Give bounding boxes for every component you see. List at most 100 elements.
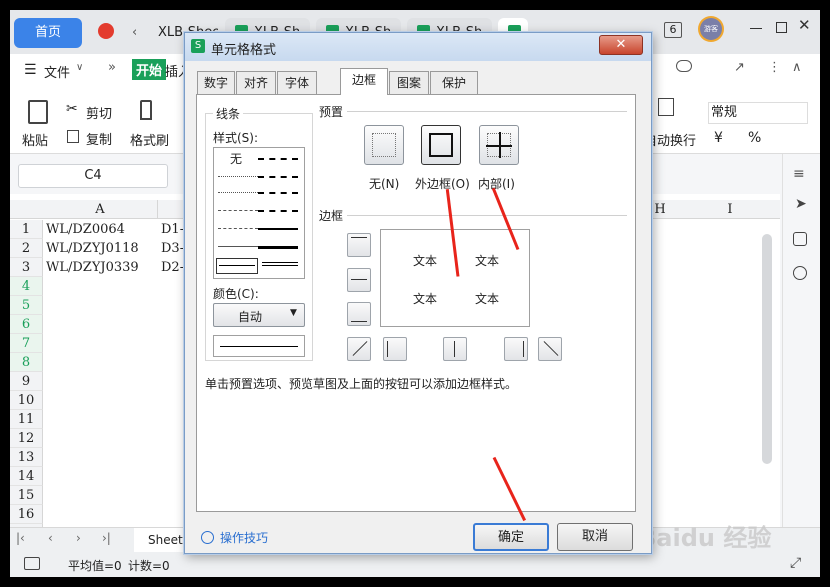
row-header[interactable]: 10 bbox=[10, 391, 43, 410]
format-painter-button[interactable]: 格式刷 bbox=[130, 130, 169, 149]
line-style-option[interactable] bbox=[218, 228, 258, 229]
line-style-option[interactable] bbox=[258, 158, 298, 160]
paste-button[interactable]: 粘贴 bbox=[22, 130, 48, 149]
line-style-selected[interactable] bbox=[216, 258, 258, 274]
border-middle-horizontal-button[interactable] bbox=[347, 268, 371, 292]
row-header[interactable]: 11 bbox=[10, 410, 43, 429]
border-middle-vertical-button[interactable] bbox=[443, 337, 467, 361]
tab-pattern[interactable]: 图案 bbox=[389, 71, 429, 94]
sidebar-toggle-icon[interactable]: ≡ bbox=[793, 166, 805, 182]
window-count-badge[interactable]: 6 bbox=[664, 22, 682, 38]
copy-button[interactable]: 复制 bbox=[86, 129, 112, 148]
row-header[interactable]: 8 bbox=[10, 353, 43, 372]
column-header-i[interactable]: I bbox=[710, 200, 750, 219]
preset-inside-button[interactable] bbox=[479, 125, 519, 165]
line-style-option[interactable] bbox=[218, 210, 258, 211]
cancel-button[interactable]: 取消 bbox=[557, 523, 633, 551]
select-cursor-icon[interactable]: ➤ bbox=[795, 196, 807, 212]
more-tabs-icon[interactable]: » bbox=[108, 60, 116, 75]
tab-home[interactable]: 首页 bbox=[14, 18, 82, 48]
row-header[interactable]: 7 bbox=[10, 334, 43, 353]
next-sheet-icon[interactable]: › bbox=[76, 531, 81, 545]
tab-alignment[interactable]: 对齐 bbox=[236, 71, 276, 94]
cell-a3[interactable]: WL/DZYJ0339 bbox=[43, 258, 158, 277]
tab-number[interactable]: 数字 bbox=[197, 71, 235, 94]
border-left-button[interactable] bbox=[383, 337, 407, 361]
line-style-option[interactable] bbox=[218, 192, 258, 193]
border-diagonal-up-button[interactable] bbox=[347, 337, 371, 361]
row-header[interactable]: 15 bbox=[10, 486, 43, 505]
cell-a1[interactable]: WL/DZ0064 bbox=[43, 220, 158, 239]
format-painter-icon[interactable] bbox=[140, 100, 152, 120]
dialog-title-bar[interactable]: S 单元格格式 ✕ bbox=[185, 33, 651, 61]
tab-start[interactable]: 开始 bbox=[132, 59, 167, 80]
border-top-button[interactable] bbox=[347, 233, 371, 257]
minimize-icon[interactable] bbox=[750, 28, 762, 29]
share-icon[interactable]: ↗ bbox=[734, 60, 745, 75]
cell-b1[interactable]: D1- bbox=[158, 220, 184, 239]
ok-button[interactable]: 确定 bbox=[473, 523, 549, 551]
row-header[interactable]: 6 bbox=[10, 315, 43, 334]
cell-b3[interactable]: D2- bbox=[158, 258, 184, 277]
line-style-option[interactable] bbox=[258, 192, 298, 194]
column-header-a[interactable]: A bbox=[43, 200, 158, 219]
line-style-option[interactable] bbox=[258, 228, 298, 230]
chevron-down-icon[interactable]: ∨ bbox=[76, 62, 83, 73]
last-sheet-icon[interactable]: ›| bbox=[102, 531, 111, 545]
line-style-double[interactable] bbox=[262, 262, 298, 266]
tab-border[interactable]: 边框 bbox=[340, 68, 388, 95]
cell-b2[interactable]: D3- bbox=[158, 239, 184, 258]
row-header[interactable]: 5 bbox=[10, 296, 43, 315]
row-header[interactable]: 14 bbox=[10, 467, 43, 486]
currency-button[interactable]: ¥ bbox=[714, 130, 723, 146]
fullscreen-icon[interactable]: ⤢ bbox=[790, 555, 801, 571]
line-style-option[interactable] bbox=[218, 246, 258, 247]
preset-none-button[interactable] bbox=[364, 125, 404, 165]
line-style-option[interactable] bbox=[258, 246, 298, 249]
tips-link[interactable]: 操作技巧 bbox=[201, 529, 268, 546]
prev-sheet-icon[interactable]: ‹ bbox=[48, 531, 53, 545]
tab-protection[interactable]: 保护 bbox=[430, 71, 478, 94]
preset-outline-button[interactable] bbox=[421, 125, 461, 165]
tab-back-chevron[interactable]: ‹ bbox=[128, 18, 148, 48]
menu-icon[interactable]: ☰ bbox=[24, 62, 37, 78]
vertical-scrollbar[interactable] bbox=[762, 234, 772, 464]
color-select[interactable]: 自动 ▼ bbox=[213, 303, 305, 327]
tab-app-icon[interactable] bbox=[86, 18, 126, 48]
border-bottom-button[interactable] bbox=[347, 302, 371, 326]
sheet-tab[interactable]: Sheet bbox=[134, 528, 184, 552]
more-options-icon[interactable]: ⋮ bbox=[768, 60, 781, 75]
paste-icon[interactable] bbox=[28, 100, 48, 124]
style-icon[interactable] bbox=[793, 232, 807, 246]
row-header[interactable]: 3 bbox=[10, 258, 43, 277]
avatar[interactable]: 游客 bbox=[700, 18, 722, 40]
number-format-select[interactable]: 常规 bbox=[708, 102, 808, 124]
wrap-text-icon[interactable] bbox=[658, 98, 674, 116]
location-icon[interactable] bbox=[793, 266, 807, 280]
row-header[interactable]: 4 bbox=[10, 277, 43, 296]
tab-font[interactable]: 字体 bbox=[277, 71, 317, 94]
cell-a2[interactable]: WL/DZYJ0118 bbox=[43, 239, 158, 258]
border-right-button[interactable] bbox=[504, 337, 528, 361]
line-style-option[interactable] bbox=[258, 210, 298, 212]
row-header[interactable]: 2 bbox=[10, 239, 43, 258]
file-menu[interactable]: 文件 bbox=[44, 62, 70, 81]
row-header[interactable]: 1 bbox=[10, 220, 43, 239]
cloud-sync-icon[interactable] bbox=[676, 60, 692, 72]
restore-icon[interactable] bbox=[776, 22, 787, 33]
cut-button[interactable]: 剪切 bbox=[86, 103, 112, 122]
line-style-option[interactable] bbox=[218, 176, 258, 177]
collapse-ribbon-icon[interactable]: ∧ bbox=[792, 60, 802, 75]
border-diagonal-down-button[interactable] bbox=[538, 337, 562, 361]
percent-button[interactable]: % bbox=[748, 130, 761, 146]
status-icon[interactable] bbox=[24, 557, 40, 570]
row-header[interactable]: 9 bbox=[10, 372, 43, 391]
copy-icon[interactable] bbox=[67, 130, 79, 143]
cut-icon[interactable]: ✂ bbox=[66, 101, 78, 117]
row-header[interactable]: 16 bbox=[10, 505, 43, 524]
line-style-option[interactable] bbox=[258, 176, 298, 178]
close-window-icon[interactable]: ✕ bbox=[798, 16, 811, 34]
name-box[interactable]: C4 bbox=[18, 164, 168, 188]
first-sheet-icon[interactable]: |‹ bbox=[16, 531, 25, 545]
row-header[interactable]: 12 bbox=[10, 429, 43, 448]
